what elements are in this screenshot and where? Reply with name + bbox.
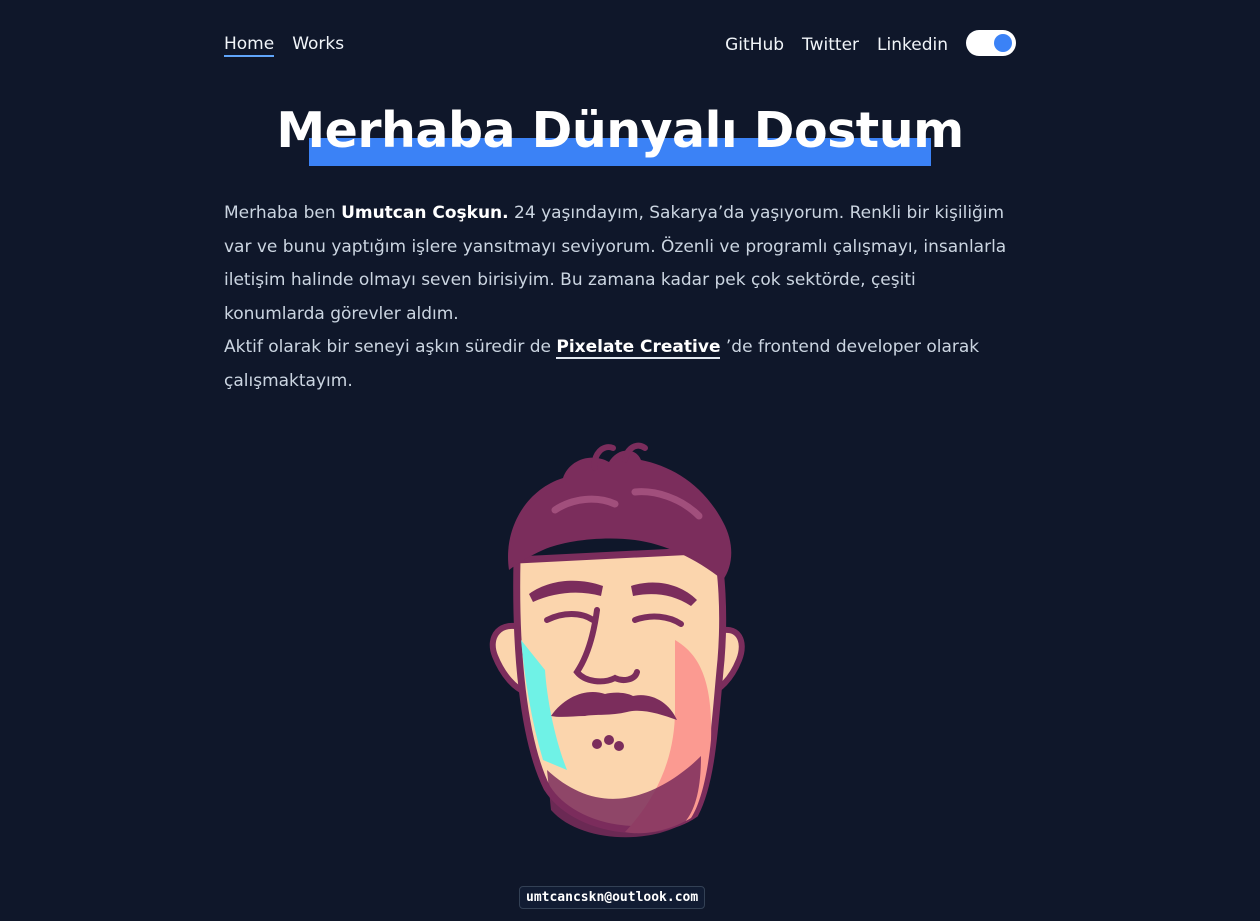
bio: Merhaba ben Umutcan Coşkun. 24 yaşındayı… bbox=[224, 197, 1020, 398]
avatar-illustration bbox=[489, 442, 745, 838]
bio-intro: Merhaba ben bbox=[224, 203, 342, 223]
nav-github-link[interactable]: GitHub bbox=[725, 35, 784, 55]
nav-left: Home Works bbox=[224, 34, 344, 57]
page-title: Merhaba Dünyalı Dostum bbox=[276, 96, 964, 166]
nav-works-link[interactable]: Works bbox=[292, 34, 344, 57]
nav-home-link[interactable]: Home bbox=[224, 34, 275, 57]
page-title-text: Merhaba Dünyalı Dostum bbox=[276, 102, 964, 159]
theme-toggle[interactable] bbox=[966, 30, 1016, 56]
company-link[interactable]: Pixelate Creative bbox=[556, 337, 721, 359]
nav-twitter-link[interactable]: Twitter bbox=[802, 35, 859, 55]
hero: Merhaba Dünyalı Dostum bbox=[0, 96, 1240, 166]
top-nav: Home Works GitHub Twitter Linkedin bbox=[224, 30, 1016, 60]
nav-linkedin-link[interactable]: Linkedin bbox=[877, 35, 948, 55]
nav-right: GitHub Twitter Linkedin bbox=[725, 30, 1016, 56]
theme-toggle-knob bbox=[994, 34, 1012, 52]
bio-name: Umutcan Coşkun. bbox=[341, 203, 509, 223]
email-badge[interactable]: umtcancskn@outlook.com bbox=[519, 886, 706, 909]
bio-paragraph-2-start: Aktif olarak bir seneyi aşkın süredir de bbox=[224, 337, 557, 357]
